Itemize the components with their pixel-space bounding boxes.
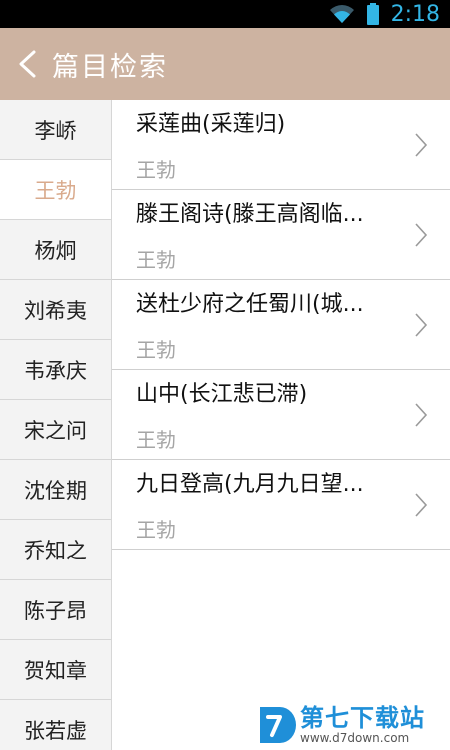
sidebar-item-poet[interactable]: 宋之问 xyxy=(0,400,111,460)
sidebar-item-label: 韦承庆 xyxy=(24,358,87,383)
poem-title: 山中(长江悲已滞) xyxy=(136,382,308,407)
poem-title: 滕王阁诗(滕王高阁临... xyxy=(136,202,364,227)
status-bar: 2:18 xyxy=(0,0,450,28)
list-item[interactable]: 采莲曲(采莲归) 王勃 xyxy=(112,100,450,190)
sidebar-item-label: 李峤 xyxy=(34,118,77,143)
list-item[interactable]: 九日登高(九月九日望... 王勃 xyxy=(112,460,450,550)
poem-list: 采莲曲(采莲归) 王勃 滕王阁诗(滕王高阁临... 王勃 送杜少府之任蜀川(城.… xyxy=(112,100,450,550)
chevron-right-icon xyxy=(415,493,428,517)
poet-sidebar: 李峤 王勃 杨炯 刘希夷 韦承庆 宋之问 沈佺期 乔知之 陈子昂 贺知章 张若虚 xyxy=(0,100,112,750)
sidebar-item-poet[interactable]: 陈子昂 xyxy=(0,580,111,640)
sidebar-item-label: 王勃 xyxy=(34,178,77,203)
chevron-right-icon xyxy=(415,133,428,157)
sidebar-item-label: 沈佺期 xyxy=(24,478,87,503)
sidebar-item-poet-selected[interactable]: 王勃 xyxy=(0,160,111,220)
sidebar-item-poet[interactable]: 杨炯 xyxy=(0,220,111,280)
list-item[interactable]: 山中(长江悲已滞) 王勃 xyxy=(112,370,450,460)
status-time: 2:18 xyxy=(390,1,440,27)
wifi-icon xyxy=(329,5,354,23)
watermark-url: www.d7down.com xyxy=(300,731,410,745)
poem-author: 王勃 xyxy=(136,248,176,272)
sidebar-item-label: 刘希夷 xyxy=(24,298,87,323)
d7-logo-icon xyxy=(260,707,296,743)
poem-author: 王勃 xyxy=(136,338,176,362)
app-header: 篇目检索 xyxy=(0,28,450,100)
poem-title: 采莲曲(采莲归) xyxy=(136,112,286,137)
sidebar-item-label: 杨炯 xyxy=(34,238,77,263)
watermark: 第七下载站 www.d7down.com xyxy=(256,700,450,750)
sidebar-item-poet[interactable]: 李峤 xyxy=(0,100,111,160)
chevron-right-icon xyxy=(415,223,428,247)
chevron-right-icon xyxy=(415,403,428,427)
sidebar-item-poet[interactable]: 张若虚 xyxy=(0,700,111,750)
sidebar-item-label: 乔知之 xyxy=(24,538,87,563)
battery-icon xyxy=(366,3,379,25)
page-title: 篇目检索 xyxy=(52,51,168,83)
sidebar-item-label: 陈子昂 xyxy=(24,598,87,623)
poem-author: 王勃 xyxy=(136,518,176,542)
sidebar-item-label: 宋之问 xyxy=(24,418,87,443)
sidebar-item-poet[interactable]: 韦承庆 xyxy=(0,340,111,400)
sidebar-item-poet[interactable]: 刘希夷 xyxy=(0,280,111,340)
sidebar-item-poet[interactable]: 乔知之 xyxy=(0,520,111,580)
sidebar-item-poet[interactable]: 沈佺期 xyxy=(0,460,111,520)
poem-title: 送杜少府之任蜀川(城... xyxy=(136,292,364,317)
sidebar-item-poet[interactable]: 贺知章 xyxy=(0,640,111,700)
poem-author: 王勃 xyxy=(136,158,176,182)
sidebar-item-label: 贺知章 xyxy=(24,658,87,683)
sidebar-item-label: 张若虚 xyxy=(24,718,87,743)
list-item[interactable]: 送杜少府之任蜀川(城... 王勃 xyxy=(112,280,450,370)
poem-title: 九日登高(九月九日望... xyxy=(136,472,364,497)
list-item[interactable]: 滕王阁诗(滕王高阁临... 王勃 xyxy=(112,190,450,280)
chevron-right-icon xyxy=(415,313,428,337)
watermark-name: 第七下载站 xyxy=(300,704,425,732)
back-arrow-icon[interactable] xyxy=(16,49,38,79)
poem-author: 王勃 xyxy=(136,428,176,452)
